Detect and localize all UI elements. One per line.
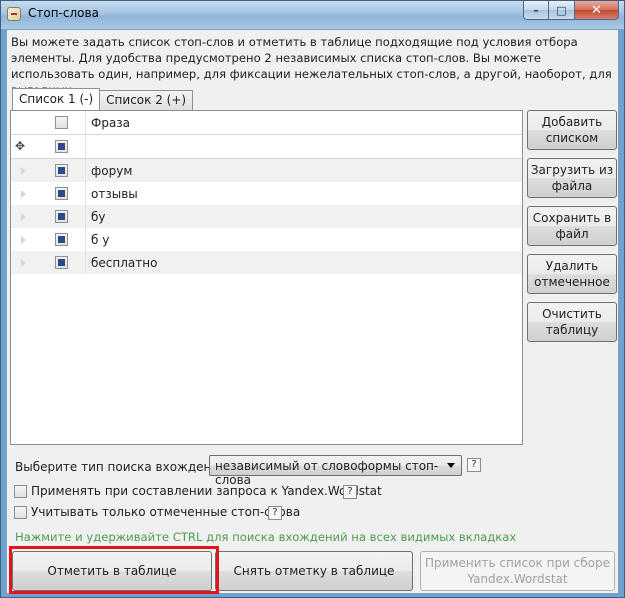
table-row[interactable]: бесплатно — [11, 251, 522, 274]
stopwords-grid: Фраза ✥ форум отзывы бу б у бесплатно — [11, 111, 522, 274]
new-row-icon: ✥ — [15, 139, 26, 153]
title-bar[interactable]: Стоп-слова – □ ✕ — [1, 1, 624, 29]
tab-panel: Фраза ✥ форум отзывы бу б у бесплатно — [10, 110, 523, 445]
clear-table-button[interactable]: Очистить таблицу — [527, 302, 617, 342]
minimize-button[interactable]: – — [523, 1, 549, 20]
app-icon — [7, 7, 21, 21]
table-row[interactable]: форум — [11, 159, 522, 182]
search-type-label: Выберите тип поиска вхождений: — [15, 460, 232, 474]
checked-only-checkbox[interactable] — [14, 506, 27, 519]
phrase-cell[interactable]: б у — [91, 233, 109, 247]
save-file-button[interactable]: Сохранить в файл — [527, 206, 617, 246]
phrase-cell[interactable]: бесплатно — [91, 256, 157, 270]
apply-wordstat-label[interactable]: Применять при составлении запроса к Yand… — [31, 484, 382, 498]
close-icon: ✕ — [591, 2, 602, 18]
row-checkbox[interactable] — [55, 233, 68, 246]
maximize-icon: □ — [556, 3, 567, 17]
window-title: Стоп-слова — [28, 6, 99, 20]
delete-checked-button[interactable]: Удалить отмеченное — [527, 254, 617, 294]
new-row[interactable]: ✥ — [11, 135, 522, 159]
load-file-button[interactable]: Загрузить из файла — [527, 158, 617, 198]
row-checkbox[interactable] — [55, 210, 68, 223]
table-row[interactable]: отзывы — [11, 182, 522, 205]
row-checkbox[interactable] — [55, 140, 68, 153]
dialog-body: Вы можете задать список стоп-слов и отме… — [6, 29, 619, 594]
table-row[interactable]: б у — [11, 228, 522, 251]
search-type-value: независимый от словоформы стоп-слова — [215, 459, 439, 487]
help-icon[interactable]: ? — [343, 485, 357, 499]
row-selector-icon — [21, 236, 26, 244]
close-button[interactable]: ✕ — [575, 1, 619, 20]
help-icon[interactable]: ? — [268, 506, 282, 520]
row-selector-icon — [21, 190, 26, 198]
row-checkbox[interactable] — [55, 187, 68, 200]
apply-wordstat-checkbox[interactable] — [14, 485, 27, 498]
ctrl-hint: Нажмите и удерживайте CTRL для поиска вх… — [15, 530, 517, 544]
add-list-button[interactable]: Добавить списком — [527, 110, 617, 150]
search-type-select[interactable]: независимый от словоформы стоп-слова — [209, 455, 462, 487]
apply-wordstat-button[interactable]: Применить список при сборе Yandex.Wordst… — [420, 551, 615, 591]
tab-list-2[interactable]: Список 2 (+) — [99, 90, 194, 110]
table-row[interactable]: бу — [11, 205, 522, 228]
unmark-in-table-button[interactable]: Снять отметку в таблице — [215, 551, 413, 591]
maximize-button[interactable]: □ — [549, 1, 575, 20]
tab-list-1[interactable]: Список 1 (-) — [12, 88, 101, 110]
row-selector-icon — [21, 213, 26, 221]
phrase-cell[interactable]: бу — [91, 210, 106, 224]
checked-only-label[interactable]: Учитывать только отмеченные стоп-слова — [31, 505, 300, 519]
highlight-frame — [9, 546, 219, 594]
row-selector-icon — [21, 259, 26, 267]
phrase-cell[interactable]: отзывы — [91, 187, 138, 201]
stopwords-window: Стоп-слова – □ ✕ Вы можете задать список… — [0, 0, 625, 598]
caption-buttons: – □ ✕ — [523, 1, 619, 20]
chevron-down-icon — [447, 463, 455, 468]
row-checkbox[interactable] — [55, 164, 68, 177]
column-header-phrase[interactable]: Фраза — [91, 116, 130, 130]
phrase-cell[interactable]: форум — [91, 164, 132, 178]
select-all-checkbox[interactable] — [55, 116, 68, 129]
row-checkbox[interactable] — [55, 256, 68, 269]
help-icon[interactable]: ? — [467, 458, 481, 472]
minimize-icon: – — [533, 3, 539, 17]
grid-header: Фраза — [11, 111, 522, 135]
row-selector-icon — [21, 167, 26, 175]
list-tabs: Список 1 (-) Список 2 (+) — [12, 88, 194, 110]
